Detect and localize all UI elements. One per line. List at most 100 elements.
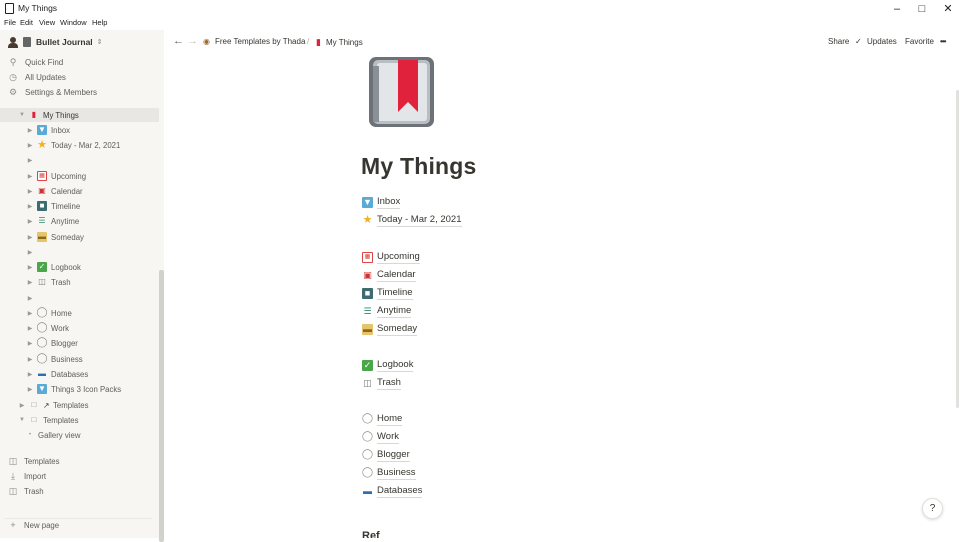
breadcrumb-item[interactable]: ◉ Free Templates by Thada (203, 37, 305, 46)
sidebar-item-label: Anytime (51, 216, 80, 226)
page-link-business[interactable]: ◯ Business (362, 466, 416, 480)
main-scrollbar[interactable] (955, 54, 960, 538)
menu-edit[interactable]: Edit (20, 18, 33, 27)
timeline-icon: ■ (362, 287, 373, 299)
page-link-today[interactable]: ★ Today - Mar 2, 2021 (362, 213, 462, 227)
sidebar-item-blank[interactable]: ▶ (0, 153, 159, 167)
triangle-right-icon[interactable]: ▶ (26, 173, 34, 180)
triangle-right-icon[interactable]: ▶ (26, 264, 34, 271)
sidebar-templates[interactable]: ◫ Templates (8, 455, 60, 468)
sidebar-item-my-things[interactable]: ▼ ▮ My Things (0, 108, 159, 122)
menu-help[interactable]: Help (92, 18, 107, 27)
new-page-button[interactable]: + New page (4, 518, 152, 531)
close-icon[interactable]: ✕ (941, 2, 955, 15)
triangle-right-icon[interactable]: ▶ (26, 340, 34, 347)
folder-icon: ▬ (38, 369, 46, 378)
page-link-label: Home (377, 412, 403, 426)
more-options-icon[interactable]: ••• (940, 37, 946, 46)
chevron-updown-icon: ⇕ (96, 39, 103, 46)
sidebar-item-icon-packs[interactable]: ▶ ▼ Things 3 Icon Packs (0, 382, 159, 396)
page-link-logbook[interactable]: ✓ Logbook (362, 358, 414, 372)
sidebar-item-databases[interactable]: ▶ ▬ Databases (0, 367, 159, 381)
maximize-icon[interactable]: □ (915, 2, 929, 15)
main-scrollbar-thumb[interactable] (956, 90, 959, 408)
sidebar-item-logbook[interactable]: ▶ ✓ Logbook (0, 260, 159, 274)
sidebar-item-business[interactable]: ▶ ◯ Business (0, 352, 159, 366)
page-link-calendar[interactable]: ▣ Calendar (362, 268, 416, 282)
page-link-databases[interactable]: ▬ Databases (362, 484, 423, 498)
sidebar-settings[interactable]: ⚙ Settings & Members (8, 85, 97, 99)
triangle-right-icon[interactable]: ▶ (26, 325, 34, 332)
sidebar-item-someday[interactable]: ▶ ▬ Someday (0, 230, 159, 244)
sidebar-item-blank[interactable]: ▶ (0, 245, 159, 259)
sidebar-item-blogger[interactable]: ▶ ◯ Blogger (0, 336, 159, 350)
sidebar-item-templates-link[interactable]: ▶ □ ↗ Templates (0, 398, 159, 412)
sidebar-item-label: Work (51, 323, 70, 333)
page-link-work[interactable]: ◯ Work (362, 430, 399, 444)
triangle-right-icon[interactable]: ▶ (26, 142, 34, 149)
sidebar-item-home[interactable]: ▶ ◯ Home (0, 306, 159, 320)
sidebar-item-timeline[interactable]: ▶ ■ Timeline (0, 199, 159, 213)
menu-view[interactable]: View (39, 18, 55, 27)
triangle-right-icon[interactable]: ▶ (26, 371, 34, 378)
page-link-someday[interactable]: ▬ Someday (362, 322, 418, 336)
page-link-timeline[interactable]: ■ Timeline (362, 286, 413, 300)
page-link-trash[interactable]: ◫ Trash (362, 376, 401, 390)
sidebar-all-updates[interactable]: ◷ All Updates (8, 70, 66, 84)
page-link-upcoming[interactable]: ▦ Upcoming (362, 250, 420, 264)
help-button[interactable]: ? (922, 498, 943, 519)
page-link-anytime[interactable]: ☰ Anytime (362, 304, 412, 318)
forward-arrow-icon[interactable]: → (187, 35, 198, 47)
star-icon: ★ (362, 213, 373, 226)
share-button[interactable]: Share (828, 37, 849, 46)
area-icon: ◯ (36, 307, 48, 318)
sidebar-item-gallery-view[interactable]: • Gallery view (0, 428, 159, 442)
breadcrumb-item[interactable]: ▮ My Things (316, 37, 363, 48)
sidebar-trash[interactable]: ◫ Trash (8, 485, 44, 498)
sidebar-item-label: Home (51, 308, 72, 318)
triangle-down-icon[interactable]: ▼ (18, 112, 26, 118)
sidebar-item-label: Gallery view (38, 430, 81, 440)
triangle-right-icon[interactable]: ▶ (26, 203, 34, 210)
sidebar-item-work[interactable]: ▶ ◯ Work (0, 321, 159, 335)
sidebar-import[interactable]: ⤓ Import (8, 470, 46, 483)
triangle-right-icon[interactable]: ▶ (26, 279, 34, 286)
sidebar-item-upcoming[interactable]: ▶ ▦ Upcoming (0, 169, 159, 183)
back-arrow-icon[interactable]: ← (173, 35, 184, 47)
page-link-inbox[interactable]: ▼ Inbox (362, 195, 401, 209)
triangle-right-icon[interactable]: ▶ (26, 295, 34, 302)
workspace-switcher[interactable]: Bullet Journal ⇕ (8, 35, 103, 49)
triangle-right-icon[interactable]: ▶ (26, 386, 34, 393)
menu-file[interactable]: File (4, 18, 16, 27)
triangle-right-icon[interactable]: ▶ (26, 188, 34, 195)
triangle-down-icon[interactable]: ▼ (18, 417, 26, 423)
sidebar-item-trash[interactable]: ▶ ◫ Trash (0, 275, 159, 289)
triangle-right-icon[interactable]: ▶ (18, 402, 26, 409)
sidebar-item-templates[interactable]: ▼ □ Templates (0, 413, 159, 427)
triangle-right-icon[interactable]: ▶ (26, 356, 34, 363)
triangle-right-icon[interactable]: ▶ (26, 157, 34, 164)
triangle-right-icon[interactable]: ▶ (26, 310, 34, 317)
sidebar-bottom-label: Trash (24, 487, 44, 496)
favorite-button[interactable]: Favorite (905, 37, 934, 46)
sidebar-nav-label: Settings & Members (25, 87, 98, 97)
page-title[interactable]: My Things (361, 153, 477, 180)
triangle-right-icon[interactable]: ▶ (26, 127, 34, 134)
sidebar-item-blank[interactable]: ▶ (0, 291, 159, 305)
triangle-right-icon[interactable]: ▶ (26, 249, 34, 256)
checkbox-icon: ✓ (362, 359, 373, 371)
minimize-icon[interactable]: – (890, 2, 904, 15)
triangle-right-icon[interactable]: ▶ (26, 234, 34, 241)
sidebar-item-today[interactable]: ▶ ★ Today - Mar 2, 2021 (0, 138, 159, 152)
page-content: My Things ▼ Inbox ★ Today - Mar 2, 2021 … (164, 54, 955, 538)
page-link-blogger[interactable]: ◯ Blogger (362, 448, 410, 462)
sidebar-item-anytime[interactable]: ▶ ☰ Anytime (0, 214, 159, 228)
page-book-icon[interactable] (368, 56, 435, 128)
sidebar-quick-find[interactable]: ⚲ Quick Find (8, 55, 64, 69)
sidebar-item-inbox[interactable]: ▶ ▼ Inbox (0, 123, 159, 137)
page-link-home[interactable]: ◯ Home (362, 412, 403, 426)
updates-button[interactable]: Updates (867, 37, 897, 46)
triangle-right-icon[interactable]: ▶ (26, 218, 34, 225)
menu-window[interactable]: Window (60, 18, 87, 27)
sidebar-item-calendar[interactable]: ▶ ▣ Calendar (0, 184, 159, 198)
